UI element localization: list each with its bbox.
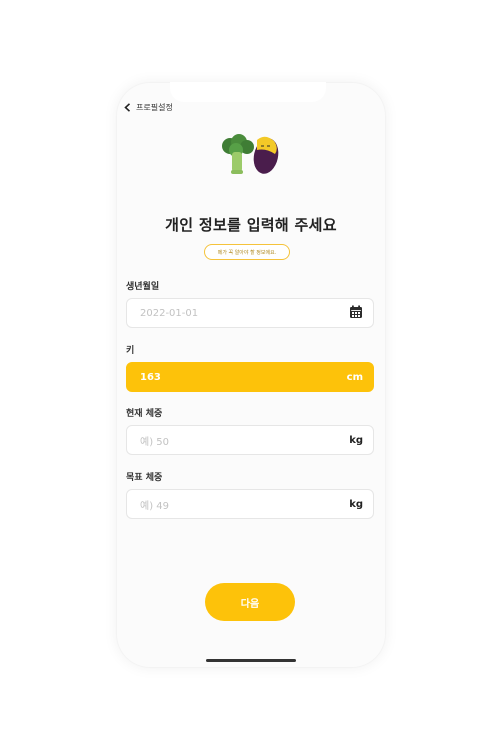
height-field[interactable]: 163 cm [126,362,374,392]
target-weight-unit: kg [349,498,363,510]
back-chevron-icon[interactable] [124,103,131,112]
target-weight-label: 목표 체중 [126,473,163,483]
current-weight-unit: kg [349,434,363,446]
height-label: 키 [126,346,135,356]
sweet-potato-icon [253,136,279,174]
birthdate-value: 2022-01-01 [140,307,199,319]
home-indicator [206,659,296,662]
current-weight-field[interactable]: 예) 50 kg [126,425,374,455]
calendar-icon[interactable] [349,304,363,323]
page-title: 개인 정보를 입력해 주세요 [165,216,337,234]
notice-badge: 메가 꼭 알아야 할 정보에요. [204,244,290,260]
top-bar[interactable]: 프로필설정 [124,102,173,113]
phone-notch [170,82,326,102]
height-value: 163 [140,371,161,383]
current-weight-placeholder: 예) 50 [140,436,170,448]
target-weight-placeholder: 예) 49 [140,500,170,512]
broccoli-icon [222,134,254,174]
phone-frame: 프로필설정 개인 정보를 입력해 주세요 메가 꼭 알아야 할 정보에요. 생년… [116,82,386,668]
birthdate-field[interactable]: 2022-01-01 [126,298,374,328]
current-weight-label: 현재 체중 [126,409,163,419]
next-button[interactable]: 다음 [205,583,295,621]
target-weight-field[interactable]: 예) 49 kg [126,489,374,519]
birthdate-label: 생년월일 [126,282,160,292]
mascot-illustration [222,134,279,174]
back-label[interactable]: 프로필설정 [136,102,173,113]
height-unit: cm [346,371,363,383]
